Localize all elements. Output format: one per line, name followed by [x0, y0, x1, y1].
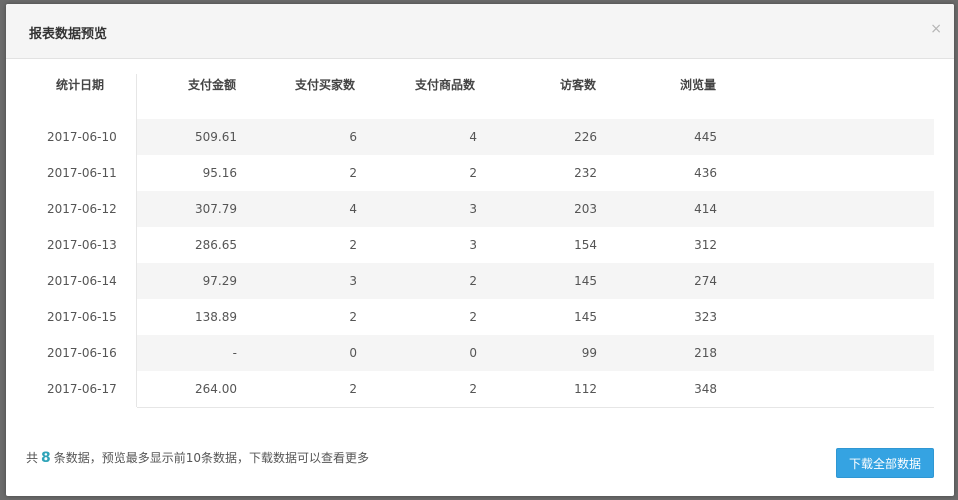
date-column-divider	[136, 74, 137, 407]
cell-pageviews: 218	[694, 346, 717, 360]
cell-paid-items: 0	[469, 346, 477, 360]
cell-paying-buyers: 2	[349, 238, 357, 252]
cell-pageviews: 445	[694, 130, 717, 144]
cell-pageviews: 312	[694, 238, 717, 252]
cell-visitors: 203	[574, 202, 597, 216]
column-header-payment-amount: 支付金额	[188, 78, 237, 92]
row-background	[137, 299, 934, 335]
table-row: 2017-06-10 509.61 6 4 226 445	[6, 119, 934, 155]
cell-visitors: 226	[574, 130, 597, 144]
footer-suffix: 条数据，预览最多显示前10条数据，下载数据可以查看更多	[53, 451, 370, 465]
cell-date: 2017-06-10	[47, 130, 117, 144]
table-row: 2017-06-15 138.89 2 2 145 323	[6, 299, 934, 335]
report-table: 统计日期 支付金额 支付买家数 支付商品数 访客数 浏览量 2017-06-10…	[6, 59, 934, 408]
table-row: 2017-06-16 - 0 0 99 218	[6, 335, 934, 371]
cell-paying-buyers: 3	[349, 274, 357, 288]
footer-prefix: 共	[26, 451, 39, 465]
column-header-paying-buyers: 支付买家数	[295, 78, 356, 92]
cell-pageviews: 323	[694, 310, 717, 324]
cell-payment-amount: 286.65	[195, 238, 237, 252]
table-row: 2017-06-17 264.00 2 2 112 348	[6, 371, 934, 407]
cell-visitors: 112	[574, 382, 597, 396]
cell-date: 2017-06-15	[47, 310, 117, 324]
cell-payment-amount: 97.29	[202, 274, 237, 288]
table-header: 统计日期 支付金额 支付买家数 支付商品数 访客数 浏览量	[6, 59, 934, 119]
cell-payment-amount: -	[232, 346, 237, 360]
close-icon[interactable]: ×	[930, 22, 942, 36]
cell-paid-items: 2	[469, 274, 477, 288]
cell-visitors: 145	[574, 274, 597, 288]
column-header-paid-items: 支付商品数	[415, 78, 476, 92]
table-row: 2017-06-12 307.79 4 3 203 414	[6, 191, 934, 227]
table-row: 2017-06-14 97.29 3 2 145 274	[6, 263, 934, 299]
cell-visitors: 154	[574, 238, 597, 252]
cell-paid-items: 2	[469, 310, 477, 324]
cell-visitors: 99	[581, 346, 597, 360]
table-row: 2017-06-11 95.16 2 2 232 436	[6, 155, 934, 191]
cell-paid-items: 2	[469, 166, 477, 180]
column-header-pageviews: 浏览量	[680, 78, 717, 92]
cell-paying-buyers: 4	[349, 202, 357, 216]
row-background	[137, 371, 934, 407]
table-bottom-border	[137, 407, 934, 408]
report-preview-dialog: 报表数据预览 × 统计日期 支付金额 支付买家数 支付商品数 访客数 浏览量 2…	[6, 4, 954, 496]
table-row: 2017-06-13 286.65 2 3 154 312	[6, 227, 934, 263]
cell-visitors: 145	[574, 310, 597, 324]
cell-date: 2017-06-12	[47, 202, 117, 216]
column-header-date: 统计日期	[56, 78, 105, 92]
row-background	[137, 263, 934, 299]
cell-paying-buyers: 2	[349, 310, 357, 324]
table-body: 2017-06-10 509.61 6 4 226 445 2017-06-11 95.16 2…	[6, 119, 934, 407]
cell-paid-items: 3	[469, 238, 477, 252]
cell-pageviews: 348	[694, 382, 717, 396]
footer-note: 共 8 条数据，预览最多显示前10条数据，下载数据可以查看更多	[26, 449, 369, 466]
row-background	[137, 191, 934, 227]
cell-date: 2017-06-16	[47, 346, 117, 360]
row-background	[137, 119, 934, 155]
dialog-title: 报表数据预览	[29, 27, 108, 42]
cell-date: 2017-06-14	[47, 274, 117, 288]
cell-paying-buyers: 2	[349, 382, 357, 396]
column-header-visitors: 访客数	[560, 78, 597, 92]
cell-visitors: 232	[574, 166, 597, 180]
cell-paying-buyers: 0	[349, 346, 357, 360]
cell-payment-amount: 509.61	[195, 130, 237, 144]
cell-date: 2017-06-17	[47, 382, 117, 396]
dialog-header: 报表数据预览 ×	[6, 4, 954, 59]
cell-payment-amount: 264.00	[195, 382, 237, 396]
cell-payment-amount: 138.89	[195, 310, 237, 324]
cell-paid-items: 4	[469, 130, 477, 144]
cell-payment-amount: 307.79	[195, 202, 237, 216]
row-background	[137, 335, 934, 371]
cell-paying-buyers: 2	[349, 166, 357, 180]
cell-paid-items: 2	[469, 382, 477, 396]
cell-pageviews: 274	[694, 274, 717, 288]
cell-payment-amount: 95.16	[202, 166, 237, 180]
cell-date: 2017-06-11	[47, 166, 117, 180]
row-background	[137, 227, 934, 263]
cell-pageviews: 436	[694, 166, 717, 180]
cell-date: 2017-06-13	[47, 238, 117, 252]
row-background	[137, 155, 934, 191]
cell-paid-items: 3	[469, 202, 477, 216]
cell-paying-buyers: 6	[349, 130, 357, 144]
cell-pageviews: 414	[694, 202, 717, 216]
record-count: 8	[41, 450, 51, 466]
download-all-button[interactable]: 下载全部数据	[836, 448, 934, 478]
